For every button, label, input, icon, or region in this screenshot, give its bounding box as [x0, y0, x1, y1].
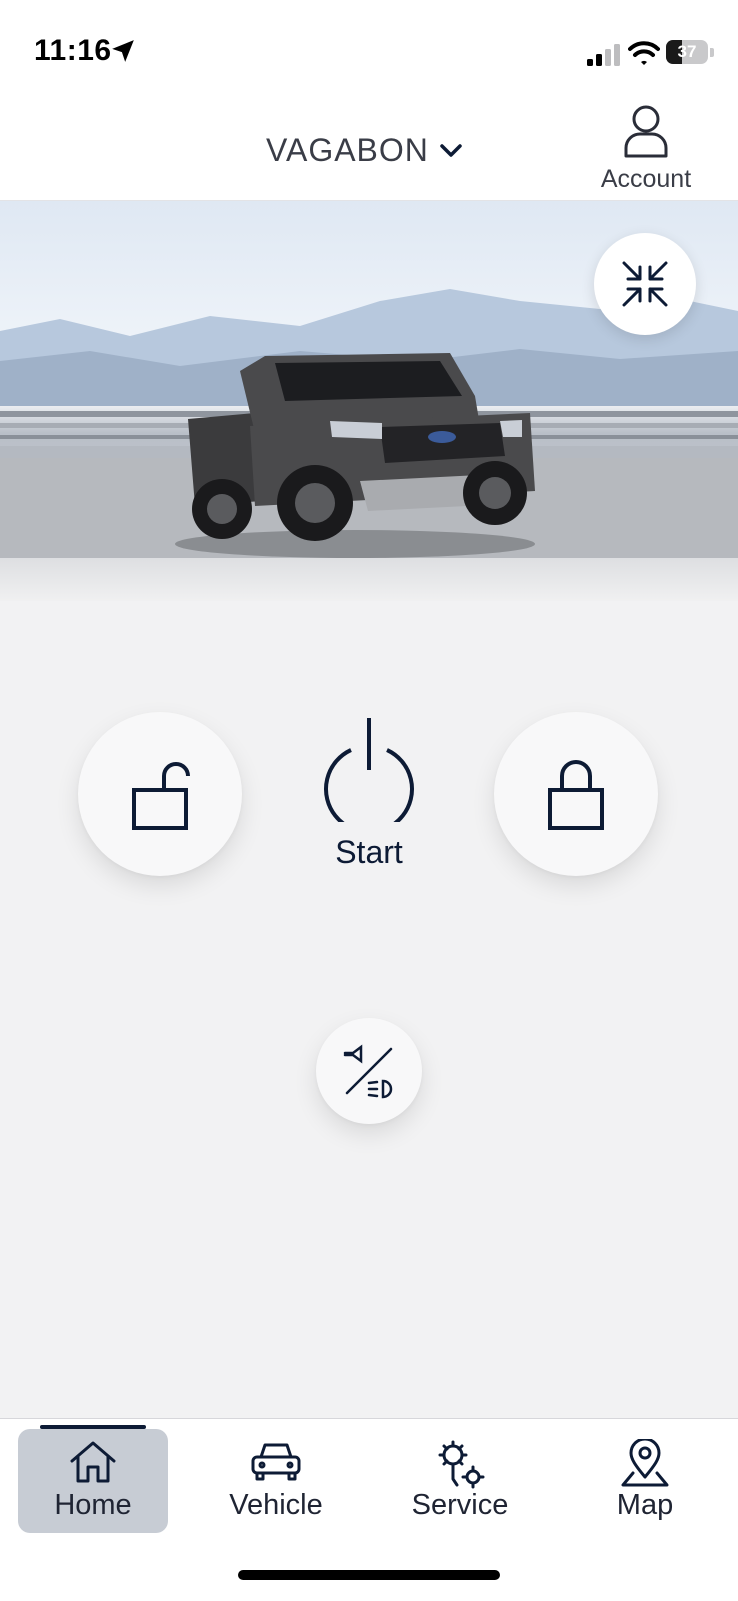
- vehicle-name: VAGABON: [266, 131, 429, 168]
- account-button[interactable]: Account: [586, 104, 706, 194]
- tab-label: Map: [616, 1489, 674, 1521]
- battery-percent: 37: [677, 42, 697, 61]
- unlock-icon: [132, 762, 190, 830]
- chevron-down-icon: [440, 144, 462, 157]
- start-button[interactable]: Start: [300, 712, 438, 882]
- status-time: 11:16: [34, 34, 112, 67]
- tab-label: Service: [411, 1489, 509, 1521]
- tab-home[interactable]: Home: [18, 1425, 168, 1533]
- start-label: Start: [335, 834, 403, 870]
- status-bar: 11:16 37: [0, 0, 738, 100]
- horn-lights-icon: [343, 1044, 393, 1099]
- battery-icon: 37: [666, 40, 714, 66]
- home-indicator[interactable]: [238, 1570, 500, 1580]
- horn-lights-button[interactable]: [316, 1018, 422, 1124]
- map-pin-icon: [621, 1439, 669, 1487]
- wifi-icon: [628, 41, 660, 65]
- collapse-view-button[interactable]: [594, 233, 696, 335]
- tab-map[interactable]: Map: [570, 1429, 720, 1533]
- account-icon: [624, 105, 668, 158]
- lock-button[interactable]: [494, 712, 658, 876]
- tab-label: Vehicle: [229, 1489, 323, 1521]
- home-icon: [70, 1441, 116, 1483]
- wrench-gear-icon: [438, 1440, 485, 1489]
- power-icon: [324, 718, 414, 822]
- cellular-signal-icon: [587, 44, 620, 66]
- location-arrow-icon: [112, 40, 134, 62]
- app-header: VAGABON Account: [0, 100, 738, 201]
- tab-vehicle[interactable]: Vehicle: [201, 1429, 351, 1533]
- collapse-arrows-icon: [622, 261, 668, 307]
- vehicle-selector[interactable]: VAGABON: [266, 130, 463, 170]
- account-label: Account: [600, 165, 692, 193]
- lock-icon: [548, 760, 604, 830]
- tab-service[interactable]: Service: [385, 1429, 535, 1533]
- tab-label: Home: [54, 1489, 132, 1521]
- active-tab-indicator: [40, 1425, 146, 1429]
- unlock-button[interactable]: [78, 712, 242, 876]
- car-icon: [251, 1443, 301, 1481]
